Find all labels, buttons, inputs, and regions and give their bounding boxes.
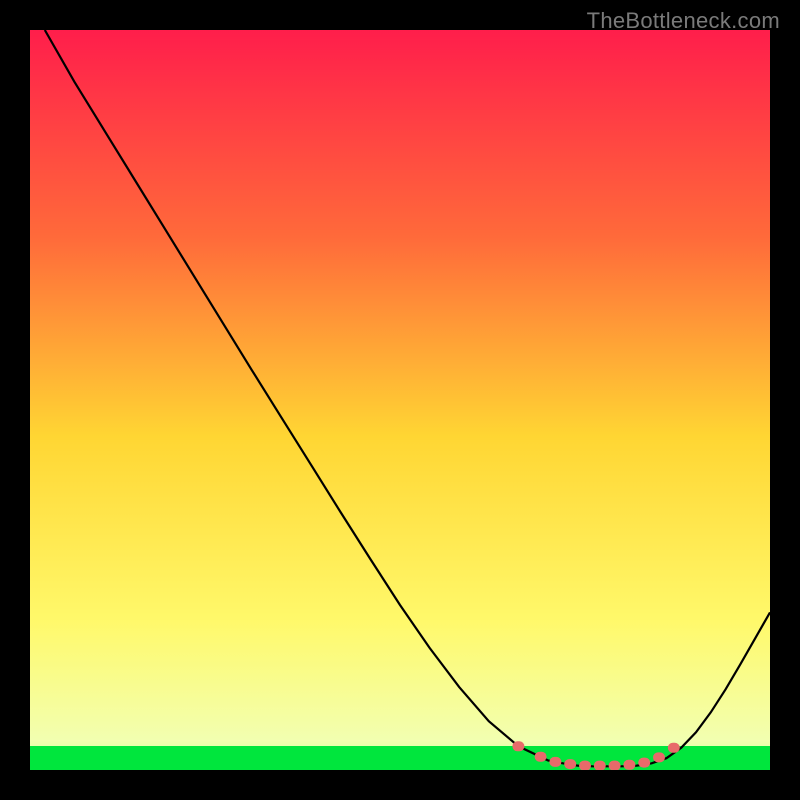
curve-layer [30,30,770,770]
marker-dot [579,761,591,770]
chart-plot-area [30,30,770,770]
marker-dot [653,752,665,762]
marker-dot [512,741,524,751]
marker-dot [638,758,650,768]
marker-dot [549,757,561,767]
marker-dot [609,761,621,770]
marker-dot [623,760,635,770]
marker-dot [564,759,576,769]
marker-dot [668,743,680,753]
watermark-text: TheBottleneck.com [587,8,780,34]
bottleneck-curve [45,30,770,766]
marker-dot [535,752,547,762]
marker-dot [594,761,606,770]
flat-zone-markers [512,741,679,770]
